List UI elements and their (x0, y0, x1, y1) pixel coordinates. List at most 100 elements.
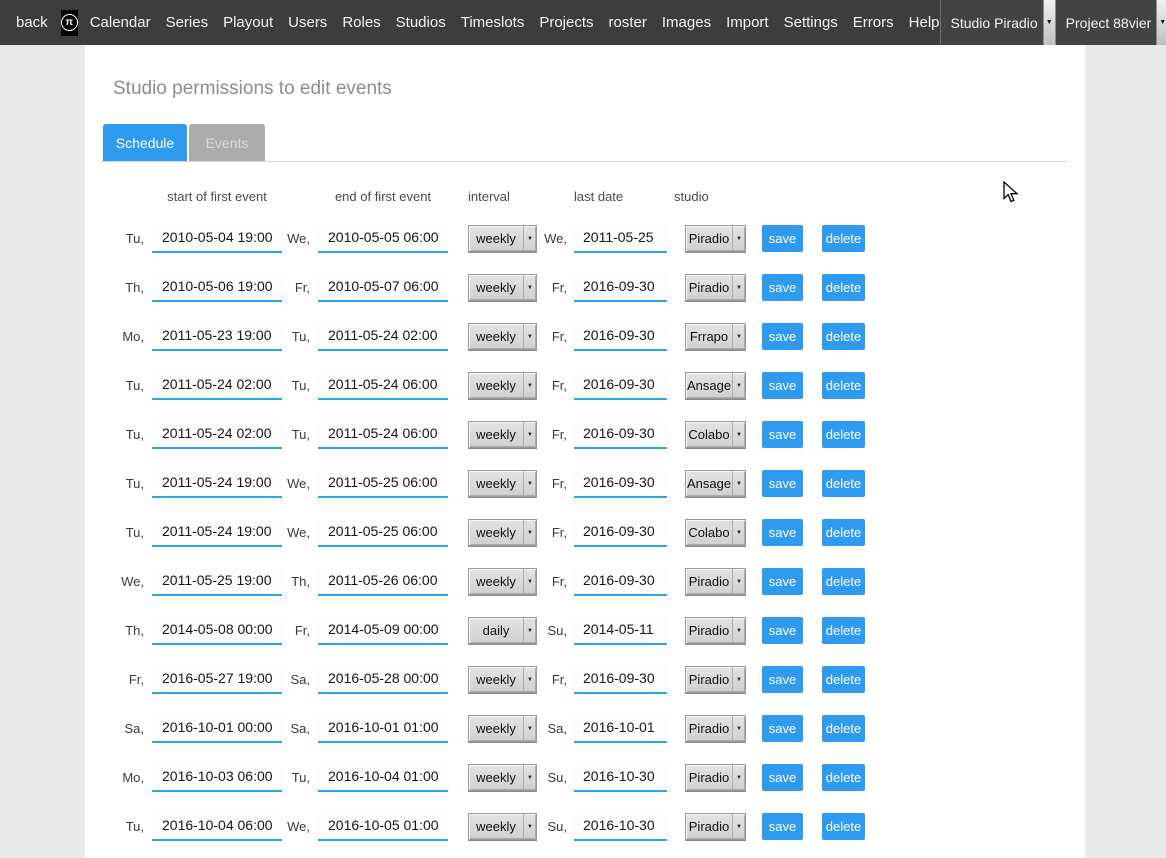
start-datetime-input[interactable] (152, 421, 282, 449)
start-datetime-input[interactable] (152, 519, 282, 547)
studio-select[interactable]: Piradio ▼ (685, 666, 746, 693)
tab-schedule[interactable]: Schedule (103, 124, 187, 161)
save-button[interactable]: save (762, 617, 803, 644)
last-date-input[interactable] (574, 568, 667, 596)
end-datetime-input[interactable] (318, 813, 448, 841)
interval-select[interactable]: weekly ▼ (468, 274, 537, 301)
interval-select[interactable]: weekly ▼ (468, 568, 537, 595)
studio-select[interactable]: Frrapo ▼ (685, 323, 746, 350)
end-datetime-input[interactable] (318, 715, 448, 743)
save-button[interactable]: save (762, 274, 803, 301)
project-dropdown-label[interactable]: Project 88vier (1066, 15, 1152, 31)
studio-select[interactable]: Piradio ▼ (685, 813, 746, 840)
start-datetime-input[interactable] (152, 470, 282, 498)
start-datetime-input[interactable] (152, 764, 282, 792)
delete-button[interactable]: delete (822, 323, 865, 350)
interval-select[interactable]: weekly ▼ (468, 323, 537, 350)
end-datetime-input[interactable] (318, 323, 448, 351)
interval-select[interactable]: weekly ▼ (468, 372, 537, 399)
save-button[interactable]: save (762, 813, 803, 840)
nav-item-projects[interactable]: Projects (539, 14, 593, 31)
end-datetime-input[interactable] (318, 225, 448, 253)
last-date-input[interactable] (574, 274, 667, 302)
end-datetime-input[interactable] (318, 617, 448, 645)
last-date-input[interactable] (574, 225, 667, 253)
end-datetime-input[interactable] (318, 568, 448, 596)
last-date-input[interactable] (574, 372, 667, 400)
studio-select[interactable]: Piradio ▼ (685, 617, 746, 644)
delete-button[interactable]: delete (822, 764, 865, 791)
studio-select[interactable]: Ansage ▼ (685, 372, 746, 399)
start-datetime-input[interactable] (152, 715, 282, 743)
last-date-input[interactable] (574, 617, 667, 645)
project-dropdown-button[interactable]: ▼ (1156, 0, 1166, 45)
studio-select[interactable]: Piradio ▼ (685, 715, 746, 742)
last-date-input[interactable] (574, 764, 667, 792)
save-button[interactable]: save (762, 372, 803, 399)
delete-button[interactable]: delete (822, 372, 865, 399)
delete-button[interactable]: delete (822, 274, 865, 301)
studio-select[interactable]: Piradio ▼ (685, 274, 746, 301)
studio-select[interactable]: Colabo ▼ (685, 519, 746, 546)
start-datetime-input[interactable] (152, 813, 282, 841)
studio-select[interactable]: Piradio ▼ (685, 764, 746, 791)
last-date-input[interactable] (574, 470, 667, 498)
nav-item-series[interactable]: Series (166, 14, 209, 31)
delete-button[interactable]: delete (822, 617, 865, 644)
nav-item-help[interactable]: Help (909, 14, 940, 31)
nav-item-playout[interactable]: Playout (223, 14, 273, 31)
last-date-input[interactable] (574, 519, 667, 547)
studio-select[interactable]: Ansage ▼ (685, 470, 746, 497)
delete-button[interactable]: delete (822, 225, 865, 252)
interval-select[interactable]: weekly ▼ (468, 764, 537, 791)
start-datetime-input[interactable] (152, 323, 282, 351)
delete-button[interactable]: delete (822, 813, 865, 840)
last-date-input[interactable] (574, 813, 667, 841)
delete-button[interactable]: delete (822, 470, 865, 497)
end-datetime-input[interactable] (318, 764, 448, 792)
save-button[interactable]: save (762, 225, 803, 252)
nav-item-calendar[interactable]: Calendar (90, 14, 151, 31)
nav-item-errors[interactable]: Errors (853, 14, 894, 31)
save-button[interactable]: save (762, 715, 803, 742)
save-button[interactable]: save (762, 470, 803, 497)
studio-dropdown-label[interactable]: Studio Piradio (951, 15, 1038, 31)
start-datetime-input[interactable] (152, 617, 282, 645)
save-button[interactable]: save (762, 323, 803, 350)
interval-select[interactable]: weekly ▼ (468, 519, 537, 546)
nav-item-import[interactable]: Import (726, 14, 769, 31)
interval-select[interactable]: weekly ▼ (468, 225, 537, 252)
save-button[interactable]: save (762, 519, 803, 546)
end-datetime-input[interactable] (318, 666, 448, 694)
nav-item-timeslots[interactable]: Timeslots (461, 14, 525, 31)
start-datetime-input[interactable] (152, 372, 282, 400)
last-date-input[interactable] (574, 421, 667, 449)
interval-select[interactable]: weekly ▼ (468, 813, 537, 840)
interval-select[interactable]: daily ▼ (468, 617, 537, 644)
end-datetime-input[interactable] (318, 519, 448, 547)
end-datetime-input[interactable] (318, 274, 448, 302)
last-date-input[interactable] (574, 323, 667, 351)
save-button[interactable]: save (762, 666, 803, 693)
nav-item-images[interactable]: Images (662, 14, 711, 31)
end-datetime-input[interactable] (318, 470, 448, 498)
nav-item-roster[interactable]: roster (609, 14, 647, 31)
delete-button[interactable]: delete (822, 666, 865, 693)
end-datetime-input[interactable] (318, 421, 448, 449)
start-datetime-input[interactable] (152, 274, 282, 302)
save-button[interactable]: save (762, 421, 803, 448)
nav-item-roles[interactable]: Roles (342, 14, 380, 31)
last-date-input[interactable] (574, 666, 667, 694)
interval-select[interactable]: weekly ▼ (468, 421, 537, 448)
nav-item-studios[interactable]: Studios (396, 14, 446, 31)
studio-select[interactable]: Piradio ▼ (685, 568, 746, 595)
save-button[interactable]: save (762, 568, 803, 595)
interval-select[interactable]: weekly ▼ (468, 666, 537, 693)
last-date-input[interactable] (574, 715, 667, 743)
start-datetime-input[interactable] (152, 225, 282, 253)
interval-select[interactable]: weekly ▼ (468, 470, 537, 497)
start-datetime-input[interactable] (152, 666, 282, 694)
piradio-logo-icon[interactable]: π (61, 10, 78, 36)
delete-button[interactable]: delete (822, 519, 865, 546)
studio-select[interactable]: Piradio ▼ (685, 225, 746, 252)
